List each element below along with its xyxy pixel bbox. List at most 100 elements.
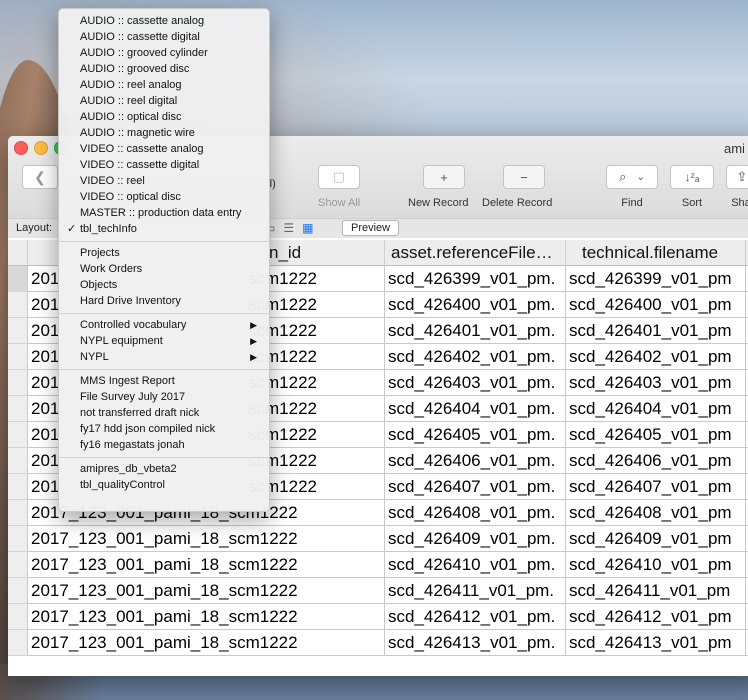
cell-reference-file[interactable]: scd_426405_v01_pm.: [385, 422, 566, 448]
cell-id[interactable]: 2017_123_001_pami_18_scm1222: [28, 552, 385, 578]
menu-item[interactable]: VIDEO :: cassette digital: [59, 157, 269, 173]
row-selector[interactable]: [8, 396, 28, 422]
menu-item[interactable]: MASTER :: production data entry: [59, 205, 269, 221]
cell-technical-filename[interactable]: scd_426411_v01_pm: [566, 578, 746, 604]
menu-item[interactable]: not transferred draft nick: [59, 405, 269, 421]
cell-technical-filename[interactable]: scd_426406_v01_pm: [566, 448, 746, 474]
table-row[interactable]: 2017_123_001_pami_18_scm1222 scd_426411_v…: [8, 578, 748, 604]
table-row[interactable]: 2017_123_001_pami_18_scm1222 scd_426409_v…: [8, 526, 748, 552]
menu-item[interactable]: fy16 megastats jonah: [59, 437, 269, 453]
cell-reference-file[interactable]: scd_426402_v01_pm.: [385, 344, 566, 370]
menu-item[interactable]: MMS Ingest Report: [59, 373, 269, 389]
column-header-technical-filename[interactable]: technical.filename: [566, 240, 746, 266]
row-selector[interactable]: [8, 422, 28, 448]
menu-item[interactable]: fy17 hdd json compiled nick: [59, 421, 269, 437]
cell-technical-filename[interactable]: scd_426400_v01_pm: [566, 292, 746, 318]
cell-reference-file[interactable]: scd_426399_v01_pm.: [385, 266, 566, 292]
preview-button[interactable]: Preview: [342, 220, 400, 236]
menu-item[interactable]: Work Orders: [59, 261, 269, 277]
row-selector[interactable]: [8, 344, 28, 370]
column-header-reference-file[interactable]: asset.referenceFile…: [385, 240, 566, 266]
table-view-icon[interactable]: ▦: [302, 221, 313, 235]
menu-item[interactable]: tbl_qualityControl: [59, 477, 269, 493]
menu-item[interactable]: Objects: [59, 277, 269, 293]
minimize-window-button[interactable]: [34, 141, 48, 155]
cell-id[interactable]: 2017_123_001_pami_18_scm1222: [28, 630, 385, 656]
menu-item[interactable]: AUDIO :: cassette digital: [59, 29, 269, 45]
cell-technical-filename[interactable]: scd_426409_v01_pm: [566, 526, 746, 552]
cell-reference-file[interactable]: scd_426407_v01_pm.: [385, 474, 566, 500]
cell-reference-file[interactable]: scd_426401_v01_pm.: [385, 318, 566, 344]
row-selector[interactable]: [8, 266, 28, 292]
cell-id-visible-start: 201: [31, 399, 60, 418]
find-label: Find: [621, 197, 643, 209]
cell-reference-file[interactable]: scd_426413_v01_pm.: [385, 630, 566, 656]
delete-record-button[interactable]: − Delete Record: [482, 165, 552, 209]
cell-reference-file[interactable]: scd_426410_v01_pm.: [385, 552, 566, 578]
view-switcher: ▭ ☰ ▦: [264, 221, 313, 235]
menu-item[interactable]: AUDIO :: optical disc: [59, 109, 269, 125]
cell-id[interactable]: 2017_123_001_pami_18_scm1222: [28, 578, 385, 604]
row-selector[interactable]: [8, 526, 28, 552]
row-selector[interactable]: [8, 604, 28, 630]
show-all-button[interactable]: ▢ Show All: [318, 165, 360, 209]
sort-button[interactable]: ↓ᶻₐ Sort: [670, 165, 714, 209]
cell-technical-filename[interactable]: scd_426399_v01_pm: [566, 266, 746, 292]
menu-item[interactable]: ✓ tbl_techInfo: [59, 221, 269, 237]
cell-reference-file[interactable]: scd_426409_v01_pm.: [385, 526, 566, 552]
cell-technical-filename[interactable]: scd_426405_v01_pm: [566, 422, 746, 448]
cell-technical-filename[interactable]: scd_426412_v01_pm: [566, 604, 746, 630]
menu-item[interactable]: Hard Drive Inventory: [59, 293, 269, 309]
cell-technical-filename[interactable]: scd_426402_v01_pm: [566, 344, 746, 370]
cell-reference-file[interactable]: scd_426406_v01_pm.: [385, 448, 566, 474]
list-view-icon[interactable]: ☰: [283, 221, 294, 235]
cell-technical-filename[interactable]: scd_426404_v01_pm: [566, 396, 746, 422]
find-button[interactable]: ⌕ ⌄ Find: [606, 165, 658, 209]
cell-reference-file[interactable]: scd_426403_v01_pm.: [385, 370, 566, 396]
menu-item[interactable]: AUDIO :: cassette analog: [59, 13, 269, 29]
cell-reference-file[interactable]: scd_426411_v01_pm.: [385, 578, 566, 604]
cell-technical-filename[interactable]: scd_426408_v01_pm: [566, 500, 746, 526]
row-selector[interactable]: [8, 552, 28, 578]
cell-technical-filename[interactable]: scd_426403_v01_pm: [566, 370, 746, 396]
cell-technical-filename[interactable]: scd_426401_v01_pm: [566, 318, 746, 344]
cell-technical-filename[interactable]: scd_426413_v01_pm: [566, 630, 746, 656]
cell-technical-filename[interactable]: scd_426407_v01_pm: [566, 474, 746, 500]
row-selector[interactable]: [8, 292, 28, 318]
menu-item[interactable]: AUDIO :: magnetic wire: [59, 125, 269, 141]
cell-reference-file[interactable]: scd_426408_v01_pm.: [385, 500, 566, 526]
table-row[interactable]: 2017_123_001_pami_18_scm1222 scd_426413_v…: [8, 630, 748, 656]
table-row[interactable]: 2017_123_001_pami_18_scm1222 scd_426410_v…: [8, 552, 748, 578]
row-selector[interactable]: [8, 474, 28, 500]
row-selector[interactable]: [8, 500, 28, 526]
new-record-button[interactable]: + New Record: [408, 165, 469, 209]
menu-item[interactable]: AUDIO :: reel analog: [59, 77, 269, 93]
menu-item[interactable]: NYPL ▶: [59, 349, 269, 365]
menu-item[interactable]: Projects: [59, 245, 269, 261]
menu-item[interactable]: amipres_db_vbeta2: [59, 461, 269, 477]
menu-item[interactable]: File Survey July 2017: [59, 389, 269, 405]
menu-item[interactable]: VIDEO :: optical disc: [59, 189, 269, 205]
menu-item[interactable]: NYPL equipment ▶: [59, 333, 269, 349]
cell-reference-file[interactable]: scd_426404_v01_pm.: [385, 396, 566, 422]
menu-item[interactable]: Controlled vocabulary ▶: [59, 317, 269, 333]
share-button[interactable]: ⇪ Sha: [726, 165, 748, 209]
row-selector[interactable]: [8, 630, 28, 656]
menu-item[interactable]: AUDIO :: grooved disc: [59, 61, 269, 77]
menu-item[interactable]: AUDIO :: reel digital: [59, 93, 269, 109]
cell-id[interactable]: 2017_123_001_pami_18_scm1222: [28, 526, 385, 552]
row-selector[interactable]: [8, 370, 28, 396]
cell-technical-filename[interactable]: scd_426410_v01_pm: [566, 552, 746, 578]
close-window-button[interactable]: [14, 141, 28, 155]
cell-reference-file[interactable]: scd_426400_v01_pm.: [385, 292, 566, 318]
menu-item[interactable]: VIDEO :: reel: [59, 173, 269, 189]
cell-reference-file[interactable]: scd_426412_v01_pm.: [385, 604, 566, 630]
back-button[interactable]: ❮: [22, 165, 58, 189]
menu-item[interactable]: VIDEO :: cassette analog: [59, 141, 269, 157]
row-selector[interactable]: [8, 578, 28, 604]
table-row[interactable]: 2017_123_001_pami_18_scm1222 scd_426412_v…: [8, 604, 748, 630]
menu-item[interactable]: AUDIO :: grooved cylinder: [59, 45, 269, 61]
row-selector[interactable]: [8, 318, 28, 344]
row-selector[interactable]: [8, 448, 28, 474]
cell-id[interactable]: 2017_123_001_pami_18_scm1222: [28, 604, 385, 630]
